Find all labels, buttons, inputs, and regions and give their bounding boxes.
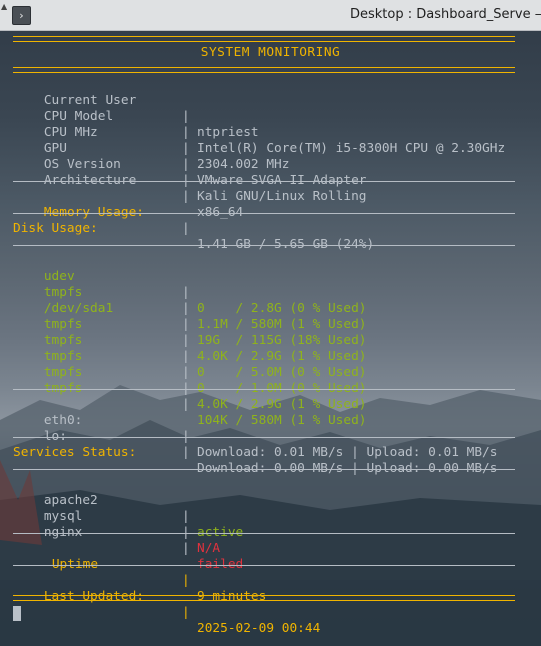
separator: | <box>182 605 190 620</box>
separator: | <box>182 365 190 380</box>
section-divider <box>13 437 515 438</box>
separator: | <box>182 109 190 124</box>
dashboard-header: SYSTEM MONITORING <box>200 45 341 60</box>
window-menu-button[interactable]: › <box>12 6 31 25</box>
separator: | <box>182 317 190 332</box>
last-updated-value: 2025-02-09 00:44 <box>197 621 321 636</box>
disk-row: tmpfs | 104K / 580M (1 % Used) <box>13 365 367 428</box>
info-row: GPU | VMware SVGA II Adapter <box>13 125 367 188</box>
disk-usage-label: Disk Usage: <box>13 221 98 236</box>
disk-row: /dev/sda1 | 19G / 115G (18% Used) <box>13 285 367 348</box>
section-divider <box>13 469 515 470</box>
separator: | <box>182 397 190 412</box>
separator: | <box>182 285 190 300</box>
section-divider <box>13 181 515 182</box>
last-updated-row: Last Updated: | 2025-02-09 00:44 <box>13 573 320 636</box>
disk-usage: 4.0K / 2.9G (1 % Used) <box>197 397 367 412</box>
info-row: CPU Model | Intel(R) Core(TM) i5-8300H C… <box>13 93 505 156</box>
service-row: apache2 | active <box>13 477 243 540</box>
disk-row: tmpfs | 4.0K / 2.9G (1 % Used) <box>13 301 367 364</box>
info-row: CPU MHz | 2304.002 MHz <box>13 109 290 172</box>
separator: | <box>182 509 190 524</box>
separator: | <box>182 445 190 460</box>
disk-row: udev | 0 / 2.8G (0 % Used) <box>13 253 367 316</box>
disk-row: tmpfs | 0 / 5.0M (0 % Used) <box>13 317 367 380</box>
info-value: Intel(R) Core(TM) i5-8300H CPU @ 2.30GHz <box>197 141 506 156</box>
disk-usage: 19G / 115G (18% Used) <box>197 333 367 348</box>
info-value: ntpriest <box>197 125 259 140</box>
window-title: Desktop : Dashboard_Serve — K <box>350 7 541 22</box>
separator: | <box>182 301 190 316</box>
separator: | <box>182 349 190 364</box>
section-divider <box>13 533 515 534</box>
pin-icon[interactable]: ▲ <box>1 2 7 11</box>
separator: | <box>182 541 190 556</box>
separator: | <box>182 189 190 204</box>
header-top-rule <box>13 36 515 42</box>
section-divider <box>13 245 515 246</box>
network-stats: Download: 0.01 MB/s | Upload: 0.01 MB/s <box>197 445 498 460</box>
disk-usage: 104K / 580M (1 % Used) <box>197 413 367 428</box>
info-row: Architecture | x86_64 <box>13 157 243 220</box>
info-row: OS Version | Kali GNU/Linux Rolling <box>13 141 367 204</box>
separator: | <box>182 157 190 172</box>
disk-usage: 0 / 2.8G (0 % Used) <box>197 301 367 316</box>
separator: | <box>182 141 190 156</box>
info-value: Kali GNU/Linux Rolling <box>197 189 367 204</box>
service-row: mysql | N/A <box>13 493 220 556</box>
network-row: lo: | Download: 0.00 MB/s | Upload: 0.00… <box>13 413 498 476</box>
disk-usage: 1.1M / 580M (1 % Used) <box>197 317 367 332</box>
terminal-output[interactable]: SYSTEM MONITORING Current User | ntpries… <box>0 31 541 646</box>
section-divider <box>13 213 515 214</box>
network-row: eth0: | Download: 0.01 MB/s | Upload: 0.… <box>13 397 498 460</box>
separator: | <box>182 333 190 348</box>
memory-row: Memory Usage: | 1.41 GB / 5.65 GB (24%) <box>13 189 374 252</box>
header-bottom-rule <box>13 67 515 73</box>
uptime-row: Uptime | 9 minutes <box>13 541 267 604</box>
service-row: nginx | failed <box>13 509 243 572</box>
disk-row: tmpfs | 0 / 1.0M (0 % Used) <box>13 333 367 396</box>
section-divider <box>13 389 515 390</box>
disk-row: tmpfs | 4.0K / 2.9G (1 % Used) <box>13 349 367 412</box>
footer-rule <box>13 595 515 601</box>
terminal-cursor <box>13 606 21 621</box>
separator: | <box>182 221 190 236</box>
separator: | <box>182 125 190 140</box>
window-titlebar: ▲ › Desktop : Dashboard_Serve — K <box>0 0 541 31</box>
disk-row: tmpfs | 1.1M / 580M (1 % Used) <box>13 269 367 332</box>
disk-usage: 4.0K / 2.9G (1 % Used) <box>197 349 367 364</box>
separator: | <box>182 573 190 588</box>
section-divider <box>13 565 515 566</box>
service-status: N/A <box>197 541 221 556</box>
info-row: Current User | ntpriest <box>13 77 259 140</box>
info-value: 2304.002 MHz <box>197 157 290 172</box>
disk-usage: 0 / 5.0M (0 % Used) <box>197 365 367 380</box>
services-label: Services Status: <box>13 445 137 460</box>
